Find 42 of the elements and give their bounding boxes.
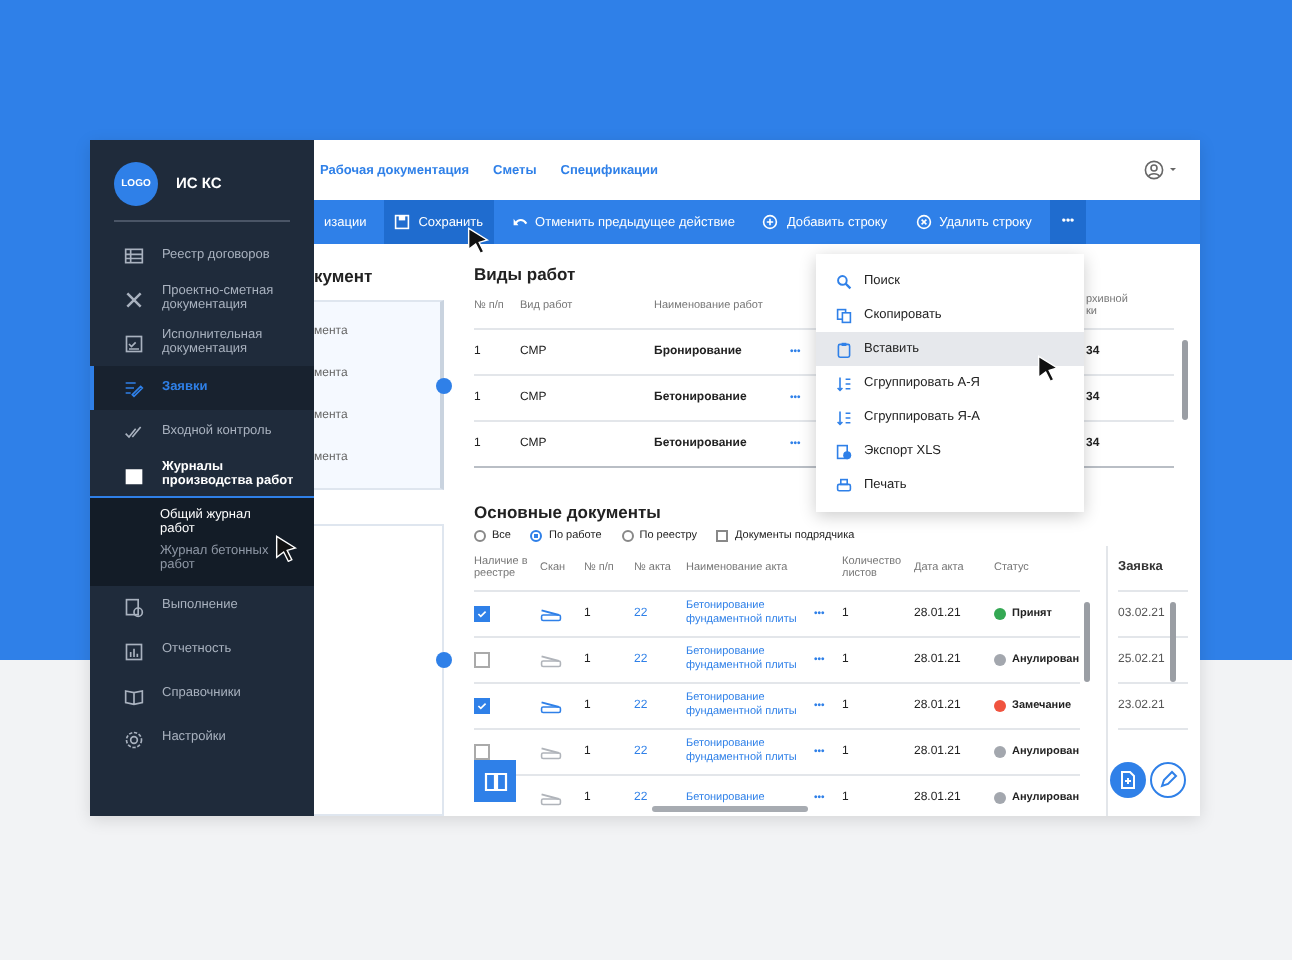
edit-list-icon	[124, 378, 144, 398]
pencil-icon	[1158, 770, 1178, 790]
undo-icon	[511, 214, 528, 230]
scrollbar[interactable]	[1084, 602, 1090, 682]
scrollbar[interactable]	[1182, 340, 1188, 420]
settings-icon	[124, 729, 144, 750]
copy-icon	[836, 307, 852, 323]
cursor-icon	[274, 534, 298, 562]
sort-icon	[836, 409, 852, 425]
sort-icon	[836, 375, 852, 391]
panel-title: кумент	[314, 264, 375, 290]
collapse-handle[interactable]	[436, 378, 452, 394]
journal-button[interactable]	[474, 760, 516, 802]
scrollbar[interactable]	[1170, 602, 1176, 682]
double-check-icon	[124, 422, 144, 442]
search-icon	[836, 273, 852, 289]
checkbox[interactable]	[474, 606, 490, 622]
add-icon	[762, 214, 779, 230]
section-title: Виды работ	[474, 264, 576, 284]
globe-doc-icon	[836, 443, 852, 459]
table-icon	[124, 246, 144, 266]
clipboard-icon	[836, 341, 852, 357]
close-icon	[915, 214, 932, 230]
checkbox[interactable]	[474, 698, 490, 714]
section-title: Основные документы	[474, 502, 661, 522]
book-icon	[483, 771, 507, 791]
scrollbar[interactable]	[652, 806, 808, 812]
add-document-button[interactable]	[1110, 762, 1146, 798]
bar-chart-icon	[124, 641, 144, 662]
collapse-handle[interactable]	[436, 652, 452, 668]
cross-tools-icon	[124, 290, 144, 310]
cursor-icon	[466, 226, 490, 254]
cursor-icon	[1036, 354, 1060, 382]
save-icon	[394, 214, 411, 230]
checklist-icon	[124, 334, 144, 354]
edit-button[interactable]	[1150, 762, 1186, 798]
document-plus-icon	[1118, 770, 1138, 790]
printer-icon	[836, 477, 852, 493]
open-book-icon	[124, 685, 144, 706]
chart-doc-icon	[124, 597, 144, 618]
checkbox[interactable]	[474, 652, 490, 668]
book-icon	[124, 465, 144, 485]
